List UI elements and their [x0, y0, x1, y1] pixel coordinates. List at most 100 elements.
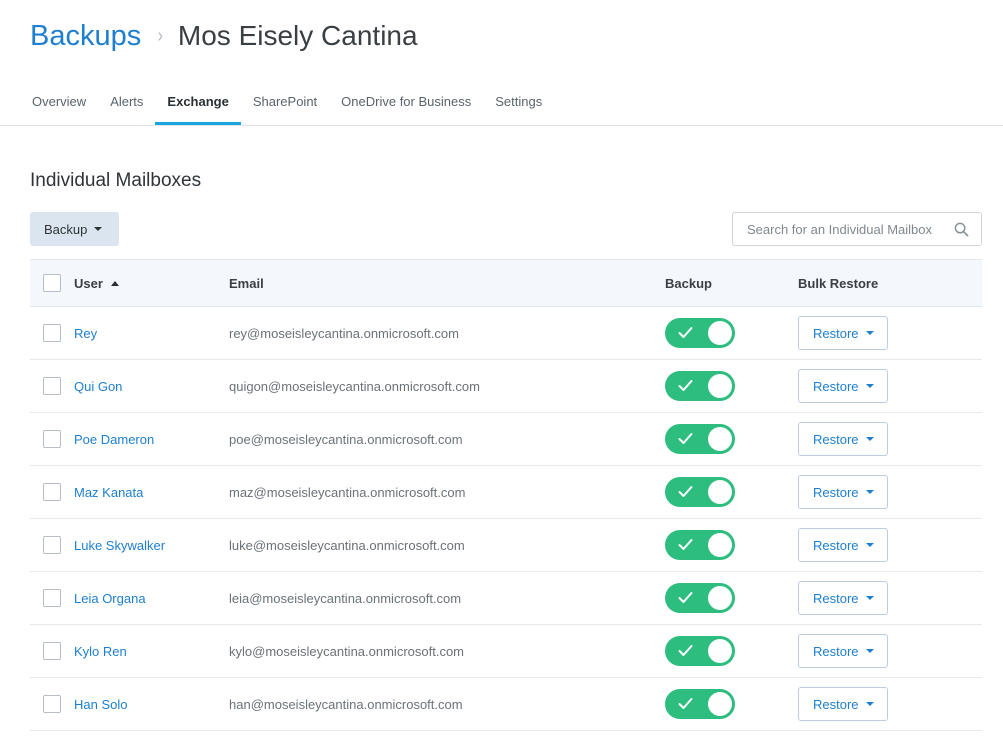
restore-button-label: Restore — [813, 696, 859, 712]
backup-button-label: Backup — [44, 221, 88, 237]
section-title: Individual Mailboxes — [30, 170, 202, 191]
row-checkbox[interactable] — [43, 536, 61, 554]
toggle-knob — [708, 374, 732, 398]
user-name-link[interactable]: Han Solo — [74, 697, 127, 712]
breadcrumb-separator-icon: › — [157, 24, 164, 47]
row-checkbox[interactable] — [43, 324, 61, 342]
caret-down-icon — [865, 490, 874, 494]
restore-button-label: Restore — [813, 431, 859, 447]
bulk-restore-column-header: Bulk Restore — [798, 275, 879, 291]
check-icon — [678, 380, 693, 391]
check-icon — [678, 539, 693, 550]
user-name-link[interactable]: Qui Gon — [74, 379, 122, 394]
table-row: Leia Organa leia@moseisleycantina.onmicr… — [30, 572, 982, 625]
tab-onedrive-for-business[interactable]: OneDrive for Business — [329, 80, 483, 126]
tab-overview[interactable]: Overview — [20, 80, 98, 126]
user-name-link[interactable]: Kylo Ren — [74, 644, 127, 659]
tabs-divider — [0, 125, 1003, 126]
user-name-link[interactable]: Leia Organa — [74, 591, 146, 606]
restore-dropdown-button[interactable]: Restore — [798, 634, 888, 668]
backup-toggle[interactable] — [665, 636, 735, 666]
email-column-header: Email — [229, 275, 264, 291]
restore-button-label: Restore — [813, 643, 859, 659]
restore-dropdown-button[interactable]: Restore — [798, 422, 888, 456]
check-icon — [678, 486, 693, 497]
backup-toggle[interactable] — [665, 583, 735, 613]
mailboxes-table: User Email Backup Bulk Restore Rey rey@m… — [30, 259, 982, 731]
row-checkbox[interactable] — [43, 483, 61, 501]
toggle-knob — [708, 427, 732, 451]
restore-dropdown-button[interactable]: Restore — [798, 369, 888, 403]
restore-button-label: Restore — [813, 537, 859, 553]
user-name-link[interactable]: Luke Skywalker — [74, 538, 165, 553]
restore-dropdown-button[interactable]: Restore — [798, 687, 888, 721]
user-column-header[interactable]: User — [74, 260, 119, 306]
table-row: Han Solo han@moseisleycantina.onmicrosof… — [30, 678, 982, 731]
caret-down-icon — [865, 596, 874, 600]
restore-dropdown-button[interactable]: Restore — [798, 475, 888, 509]
toggle-knob — [708, 533, 732, 557]
restore-button-label: Restore — [813, 325, 859, 341]
row-checkbox[interactable] — [43, 642, 61, 660]
restore-dropdown-button[interactable]: Restore — [798, 581, 888, 615]
mailbox-search — [732, 212, 982, 246]
search-input[interactable] — [733, 213, 943, 245]
user-name-link[interactable]: Poe Dameron — [74, 432, 154, 447]
caret-down-icon — [865, 543, 874, 547]
table-row: Poe Dameron poe@moseisleycantina.onmicro… — [30, 413, 982, 466]
toggle-knob — [708, 586, 732, 610]
restore-button-label: Restore — [813, 590, 859, 606]
breadcrumb: Backups › Mos Eisely Cantina — [30, 18, 418, 54]
caret-down-icon — [865, 331, 874, 335]
backup-toggle[interactable] — [665, 530, 735, 560]
row-checkbox[interactable] — [43, 377, 61, 395]
tab-sharepoint[interactable]: SharePoint — [241, 80, 329, 126]
user-email: rey@moseisleycantina.onmicrosoft.com — [229, 325, 459, 341]
backup-dropdown-button[interactable]: Backup — [30, 212, 119, 246]
tab-alerts[interactable]: Alerts — [98, 80, 155, 126]
check-icon — [678, 327, 693, 338]
row-checkbox[interactable] — [43, 589, 61, 607]
table-row: Rey rey@moseisleycantina.onmicrosoft.com… — [30, 307, 982, 360]
toggle-knob — [708, 639, 732, 663]
restore-dropdown-button[interactable]: Restore — [798, 528, 888, 562]
table-body: Rey rey@moseisleycantina.onmicrosoft.com… — [30, 307, 982, 731]
user-name-link[interactable]: Maz Kanata — [74, 485, 143, 500]
row-checkbox[interactable] — [43, 695, 61, 713]
tab-bar: Overview Alerts Exchange SharePoint OneD… — [20, 80, 554, 126]
user-email: kylo@moseisleycantina.onmicrosoft.com — [229, 643, 465, 659]
user-name-link[interactable]: Rey — [74, 326, 97, 341]
table-row: Maz Kanata maz@moseisleycantina.onmicros… — [30, 466, 982, 519]
search-icon[interactable] — [954, 222, 969, 237]
caret-down-icon — [865, 384, 874, 388]
toggle-knob — [708, 692, 732, 716]
user-email: leia@moseisleycantina.onmicrosoft.com — [229, 590, 462, 606]
breadcrumb-backups-link[interactable]: Backups — [30, 20, 141, 53]
user-email: quigon@moseisleycantina.onmicrosoft.com — [229, 378, 480, 394]
backup-toggle[interactable] — [665, 318, 735, 348]
toggle-knob — [708, 480, 732, 504]
user-email: luke@moseisleycantina.onmicrosoft.com — [229, 537, 465, 553]
caret-down-icon — [94, 227, 103, 231]
page-title: Mos Eisely Cantina — [177, 20, 418, 51]
backup-toggle[interactable] — [665, 371, 735, 401]
tab-settings[interactable]: Settings — [483, 80, 554, 126]
sort-ascending-icon — [110, 280, 119, 286]
backup-toggle[interactable] — [665, 689, 735, 719]
toggle-knob — [708, 321, 732, 345]
tab-exchange[interactable]: Exchange — [155, 80, 242, 126]
restore-dropdown-button[interactable]: Restore — [798, 316, 888, 350]
table-row: Qui Gon quigon@moseisleycantina.onmicros… — [30, 360, 982, 413]
table-row: Luke Skywalker luke@moseisleycantina.onm… — [30, 519, 982, 572]
restore-button-label: Restore — [813, 378, 859, 394]
backup-column-header: Backup — [665, 275, 712, 291]
user-email: maz@moseisleycantina.onmicrosoft.com — [229, 484, 466, 500]
select-all-checkbox[interactable] — [43, 274, 61, 292]
backup-toggle[interactable] — [665, 477, 735, 507]
row-checkbox[interactable] — [43, 430, 61, 448]
backup-toggle[interactable] — [665, 424, 735, 454]
user-email: han@moseisleycantina.onmicrosoft.com — [229, 696, 463, 712]
check-icon — [678, 698, 693, 709]
restore-button-label: Restore — [813, 484, 859, 500]
check-icon — [678, 433, 693, 444]
